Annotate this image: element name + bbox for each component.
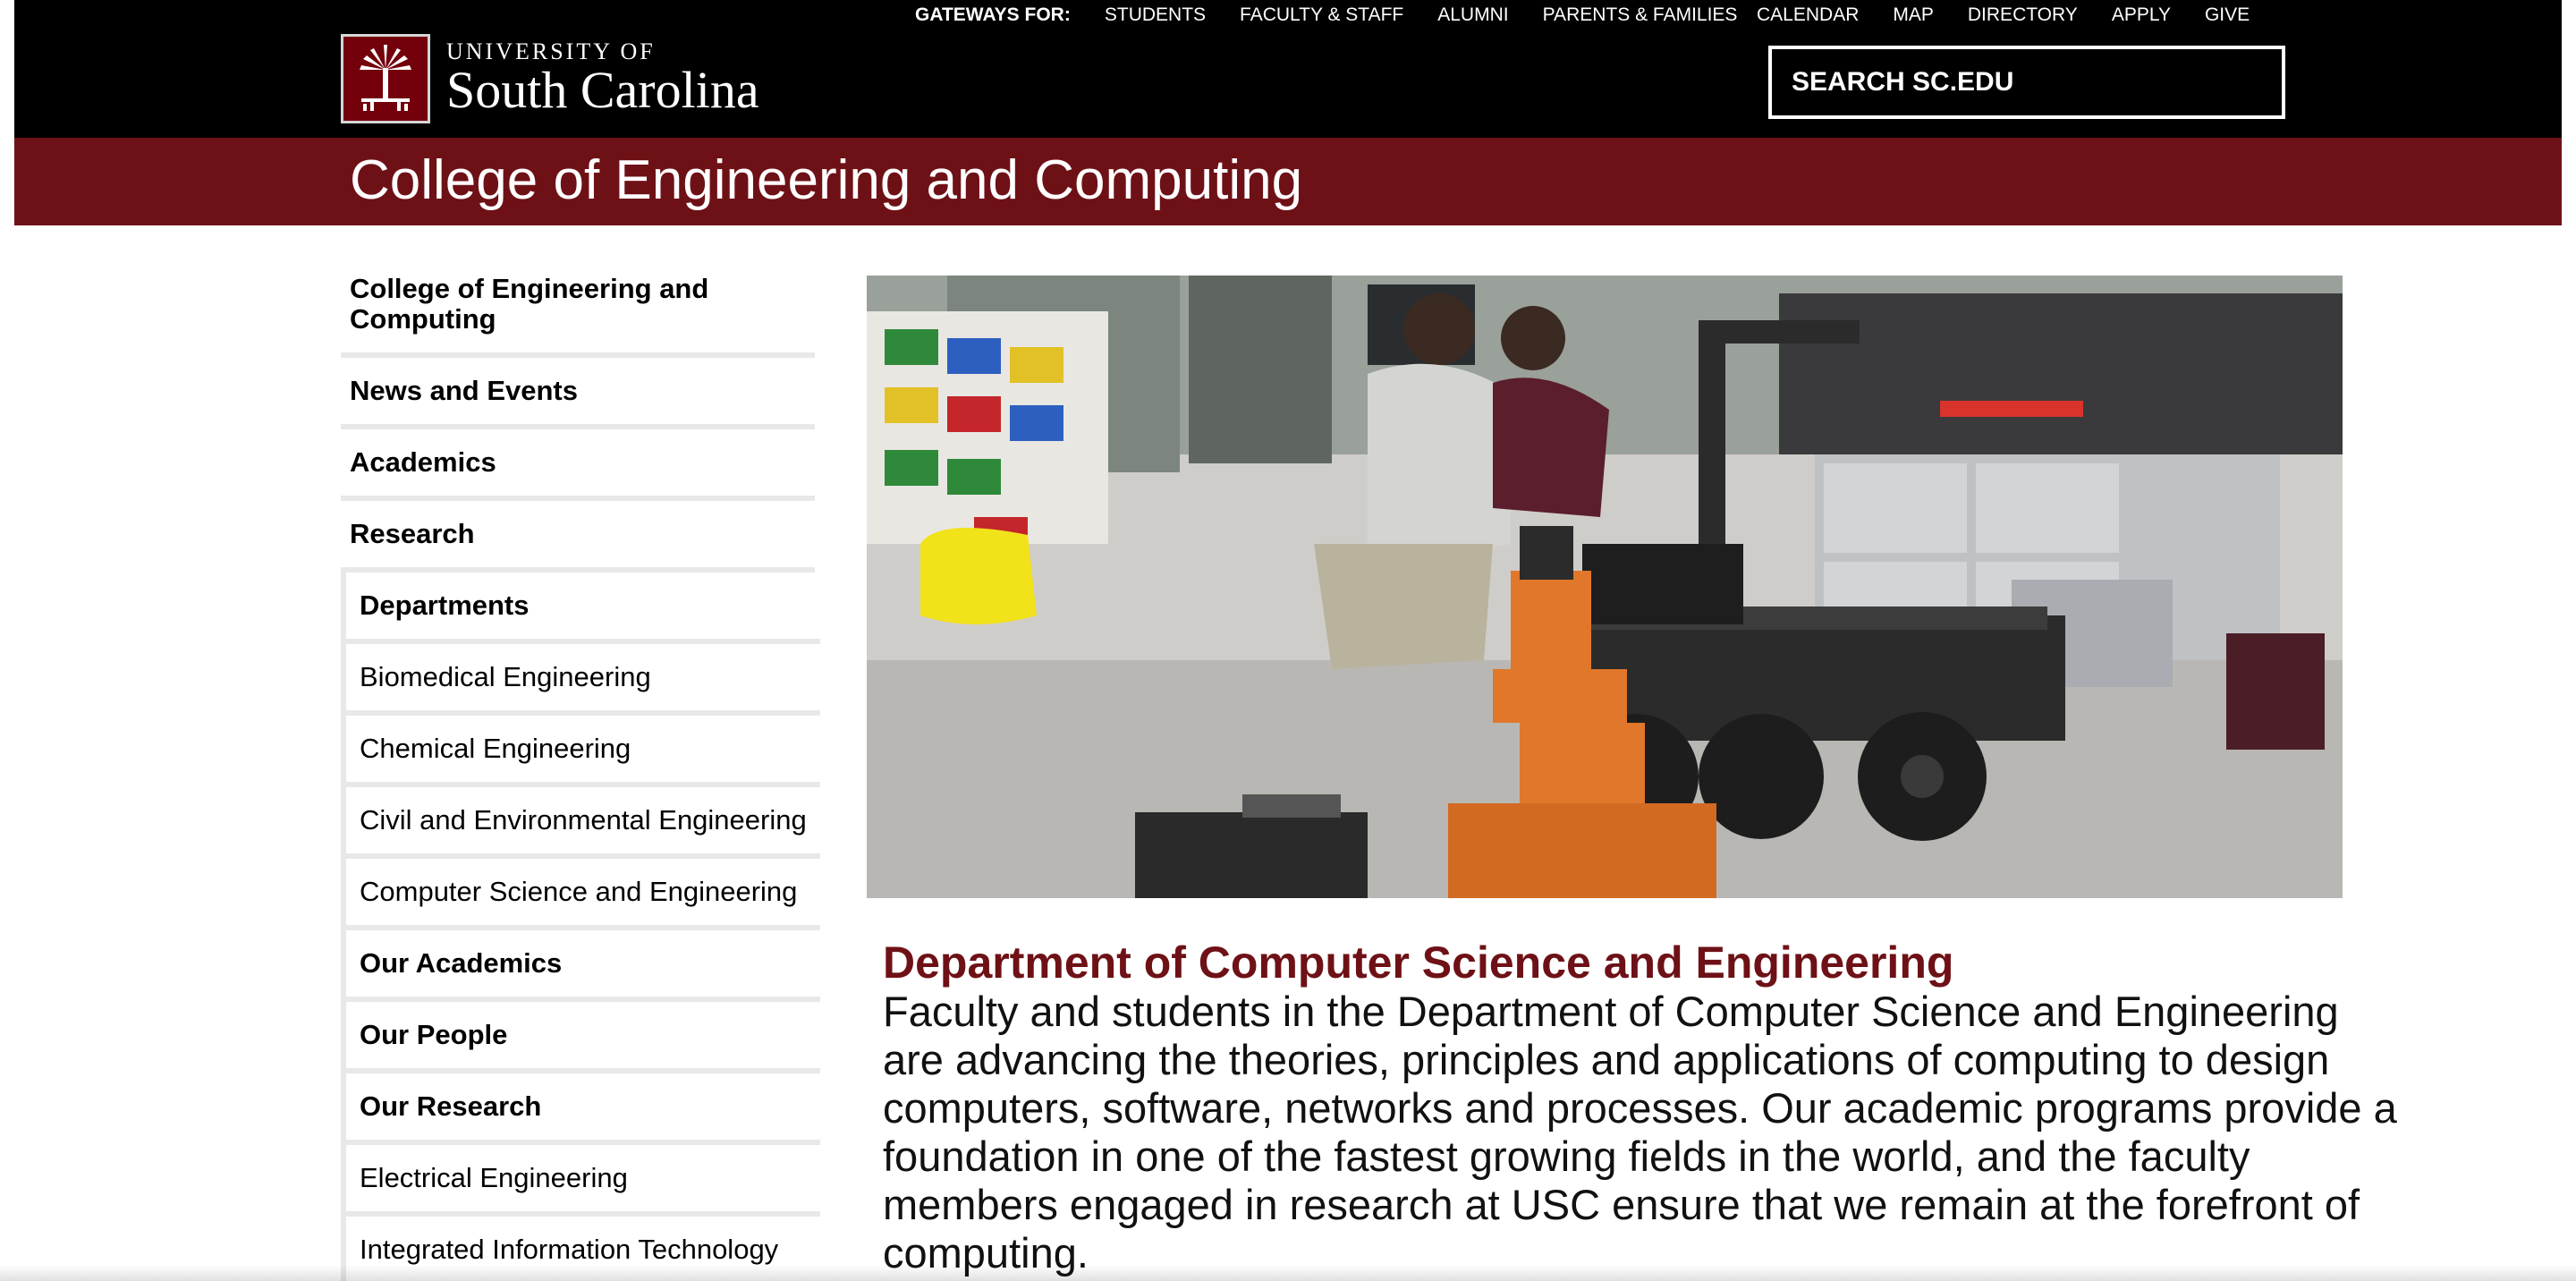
sidebar-item-departments[interactable]: Departments xyxy=(341,573,820,644)
sidebar-item-chemical[interactable]: Chemical Engineering xyxy=(341,716,820,787)
gateway-link-faculty-staff[interactable]: FACULTY & STAFF xyxy=(1240,4,1403,26)
bottom-edge-shadow xyxy=(0,1265,2576,1281)
utility-link-calendar[interactable]: CALENDAR xyxy=(1757,4,1859,26)
gateway-link-parents-families[interactable]: PARENTS & FAMILIES xyxy=(1543,4,1738,26)
college-title-bar: College of Engineering and Computing xyxy=(14,138,2562,225)
sidebar-item-research[interactable]: Research xyxy=(341,501,815,573)
hero-photo xyxy=(867,276,2343,898)
sidebar-item-academics[interactable]: Academics xyxy=(341,429,815,501)
utility-nav: CALENDAR MAP DIRECTORY APPLY GIVE xyxy=(1757,4,2284,27)
sidebar-nav: College of Engineering and Computing New… xyxy=(341,265,820,1281)
sidebar-item-news-events[interactable]: News and Events xyxy=(341,358,815,429)
utility-link-map[interactable]: MAP xyxy=(1893,4,1934,26)
search-input[interactable] xyxy=(1768,46,2285,119)
sidebar-item-college[interactable]: College of Engineering and Computing xyxy=(341,265,815,358)
college-title[interactable]: College of Engineering and Computing xyxy=(350,148,1302,213)
utility-link-apply[interactable]: APPLY xyxy=(2112,4,2171,26)
sidebar-item-biomedical[interactable]: Biomedical Engineering xyxy=(341,644,820,716)
utility-link-directory[interactable]: DIRECTORY xyxy=(1968,4,2078,26)
sidebar-item-computer-science[interactable]: Computer Science and Engineering xyxy=(341,859,820,930)
utility-link-give[interactable]: GIVE xyxy=(2205,4,2250,26)
sidebar-item-our-research[interactable]: Our Research xyxy=(341,1073,820,1145)
sidebar-item-our-people[interactable]: Our People xyxy=(341,1002,820,1073)
palmetto-seal-icon xyxy=(341,34,430,123)
department-heading: Department of Computer Science and Engin… xyxy=(883,937,1954,988)
sidebar-item-our-academics[interactable]: Our Academics xyxy=(341,930,820,1002)
gateways-label: GATEWAYS FOR: xyxy=(915,4,1071,25)
department-description: Faculty and students in the Department o… xyxy=(883,988,2397,1277)
logo-main-line: South Carolina xyxy=(446,61,759,119)
page-frame: UNIVERSITY OF South Carolina GATEWAYS FO… xyxy=(14,0,2562,1281)
university-logo[interactable]: UNIVERSITY OF South Carolina xyxy=(341,34,759,123)
gateway-link-students[interactable]: STUDENTS xyxy=(1105,4,1206,26)
sidebar-item-electrical[interactable]: Electrical Engineering xyxy=(341,1145,820,1217)
sidebar-item-civil-environmental[interactable]: Civil and Environmental Engineering xyxy=(341,787,820,859)
gateways-nav: GATEWAYS FOR: STUDENTS FACULTY & STAFF A… xyxy=(915,4,1771,27)
main-content: Department of Computer Science and Engin… xyxy=(883,937,2403,1277)
gateway-link-alumni[interactable]: ALUMNI xyxy=(1437,4,1508,26)
site-header: UNIVERSITY OF South Carolina GATEWAYS FO… xyxy=(14,0,2562,138)
